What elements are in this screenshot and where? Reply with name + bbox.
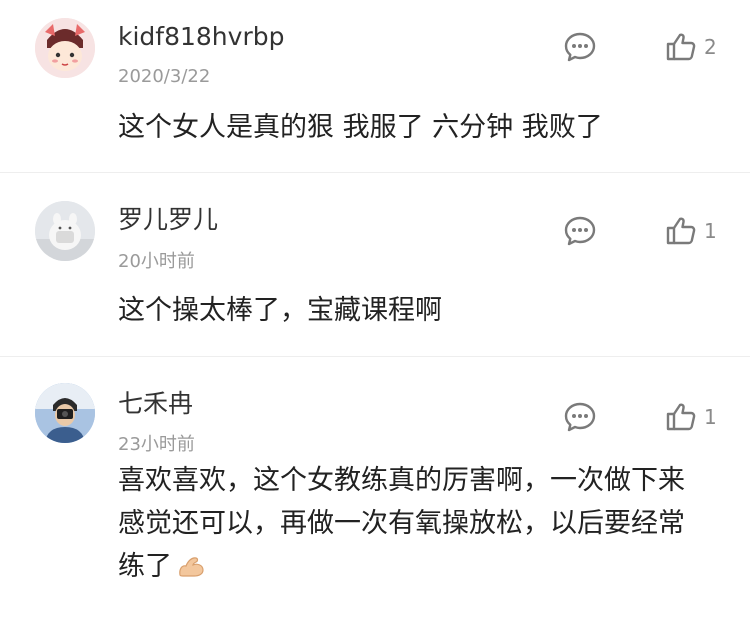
thumbs-up-icon [666,217,696,245]
comment-time: 23小时前 [118,434,195,455]
plush-toy-avatar [35,201,95,261]
comment-item: 七禾冉 23小时前 喜欢喜欢，这个女教练真的厉害啊，一次做下来感觉还可以，再做一… [0,357,750,617]
comment-time: 2020/3/22 [118,66,211,87]
chat-bubble-icon [564,216,596,246]
thumbs-up-icon [666,403,696,431]
username[interactable]: 七禾冉 [118,389,193,419]
username[interactable]: 罗儿罗儿 [118,205,218,235]
avatar[interactable] [35,18,95,78]
avatar[interactable] [35,383,95,443]
like-count: 1 [704,405,717,429]
comment-text: 这个操太棒了，宝藏课程啊 [118,295,442,326]
avatar[interactable] [35,201,95,261]
like-button[interactable]: 1 [664,400,724,434]
cartoon-girl-avatar [35,18,95,78]
username[interactable]: kidf818hvrbp [118,22,284,52]
reply-button[interactable] [563,30,597,64]
like-button[interactable]: 2 [664,30,724,64]
chat-bubble-icon [564,402,596,432]
comment-text: 这个女人是真的狠 我服了 六分钟 我败了 [118,112,603,143]
comment-item: 罗儿罗儿 20小时前 这个操太棒了，宝藏课程啊 1 [0,173,750,357]
chat-bubble-icon [564,32,596,62]
like-count: 2 [704,35,717,59]
person-with-camera-avatar [35,383,95,443]
thumbs-up-icon [666,33,696,61]
reply-button[interactable] [563,400,597,434]
comment-item: kidf818hvrbp 2020/3/22 这个女人是真的狠 我服了 六分钟 … [0,0,750,173]
like-count: 1 [704,219,717,243]
comment-text: 喜欢喜欢，这个女教练真的厉害啊，一次做下来感觉还可以，再做一次有氧操放松，以后要… [118,459,710,588]
flexed-biceps-emoji [179,557,204,577]
comment-time: 20小时前 [118,251,195,272]
reply-button[interactable] [563,214,597,248]
like-button[interactable]: 1 [664,214,724,248]
